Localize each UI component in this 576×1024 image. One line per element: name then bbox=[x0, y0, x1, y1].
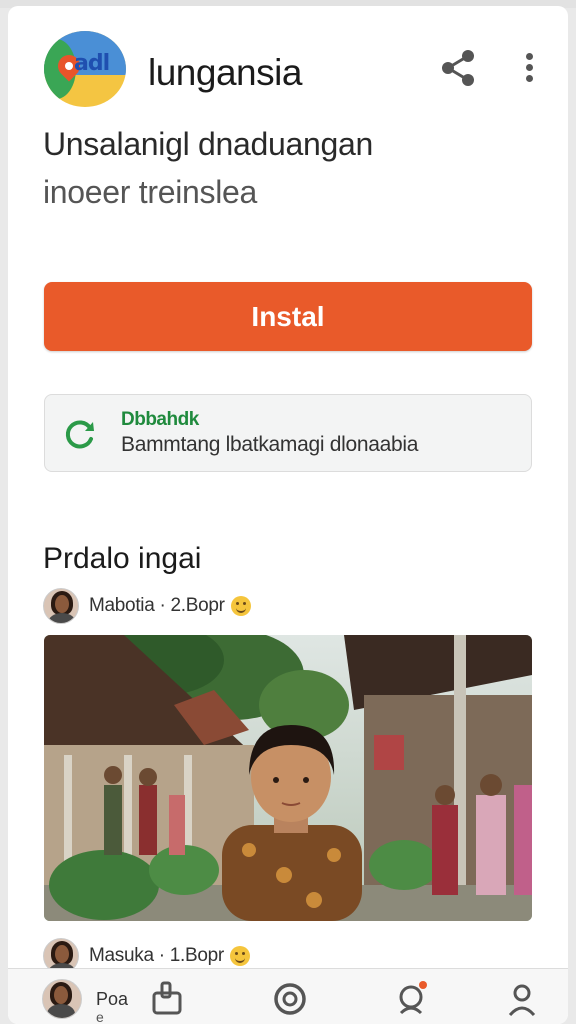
notifications-icon bbox=[399, 981, 427, 1015]
info-card[interactable]: Dbbahdk Bammtang lbatkamagi dlonaabia bbox=[44, 394, 532, 472]
nav-label-sub: e bbox=[96, 1009, 104, 1024]
nav-home[interactable] bbox=[148, 977, 188, 1017]
logo-text: adl bbox=[74, 51, 110, 76]
app-header: adl lungansia bbox=[8, 6, 568, 126]
post-photo[interactable] bbox=[44, 635, 532, 921]
village-photo-illustration bbox=[44, 635, 532, 921]
share-button[interactable] bbox=[436, 46, 480, 90]
more-vertical-icon bbox=[525, 53, 533, 60]
bottom-navigation: Poa e bbox=[8, 968, 568, 1024]
app-logo: adl bbox=[44, 31, 126, 107]
more-options-button[interactable] bbox=[514, 50, 544, 90]
post-author-meta: Masuka · 1.Bopr bbox=[89, 945, 224, 966]
nav-notifications[interactable] bbox=[392, 977, 432, 1017]
refresh-icon bbox=[65, 420, 94, 449]
app-page: adl lungansia Unsalanigl dnaduangan inoe… bbox=[8, 6, 568, 1024]
nav-discover[interactable] bbox=[270, 977, 310, 1017]
post-author-meta: Mabotia · 2.Bopr bbox=[89, 595, 225, 616]
home-icon bbox=[152, 981, 182, 1015]
info-text: Bammtang lbatkamagi dlonaabia bbox=[121, 433, 419, 456]
nav-label: Poa bbox=[96, 989, 129, 1009]
info-title: Dbbahdk bbox=[121, 409, 199, 430]
emoji-icon bbox=[229, 946, 250, 966]
nav-profile[interactable] bbox=[502, 977, 542, 1017]
profile-icon bbox=[508, 984, 536, 1017]
app-subtitle-line2: inoeer treinslea bbox=[43, 174, 257, 210]
install-button[interactable]: Instal bbox=[44, 282, 532, 351]
share-icon bbox=[442, 50, 474, 86]
nav-avatar[interactable] bbox=[42, 979, 82, 1019]
app-title: lungansia bbox=[148, 52, 302, 93]
emoji-icon bbox=[230, 596, 251, 616]
section-title: Prdalo ingai bbox=[43, 542, 202, 575]
avatar[interactable] bbox=[43, 588, 79, 624]
app-subtitle-line1: Unsalanigl dnaduangan bbox=[43, 126, 373, 162]
discover-icon bbox=[274, 983, 306, 1015]
post-meta: Mabotia · 2.Bopr bbox=[43, 586, 251, 626]
